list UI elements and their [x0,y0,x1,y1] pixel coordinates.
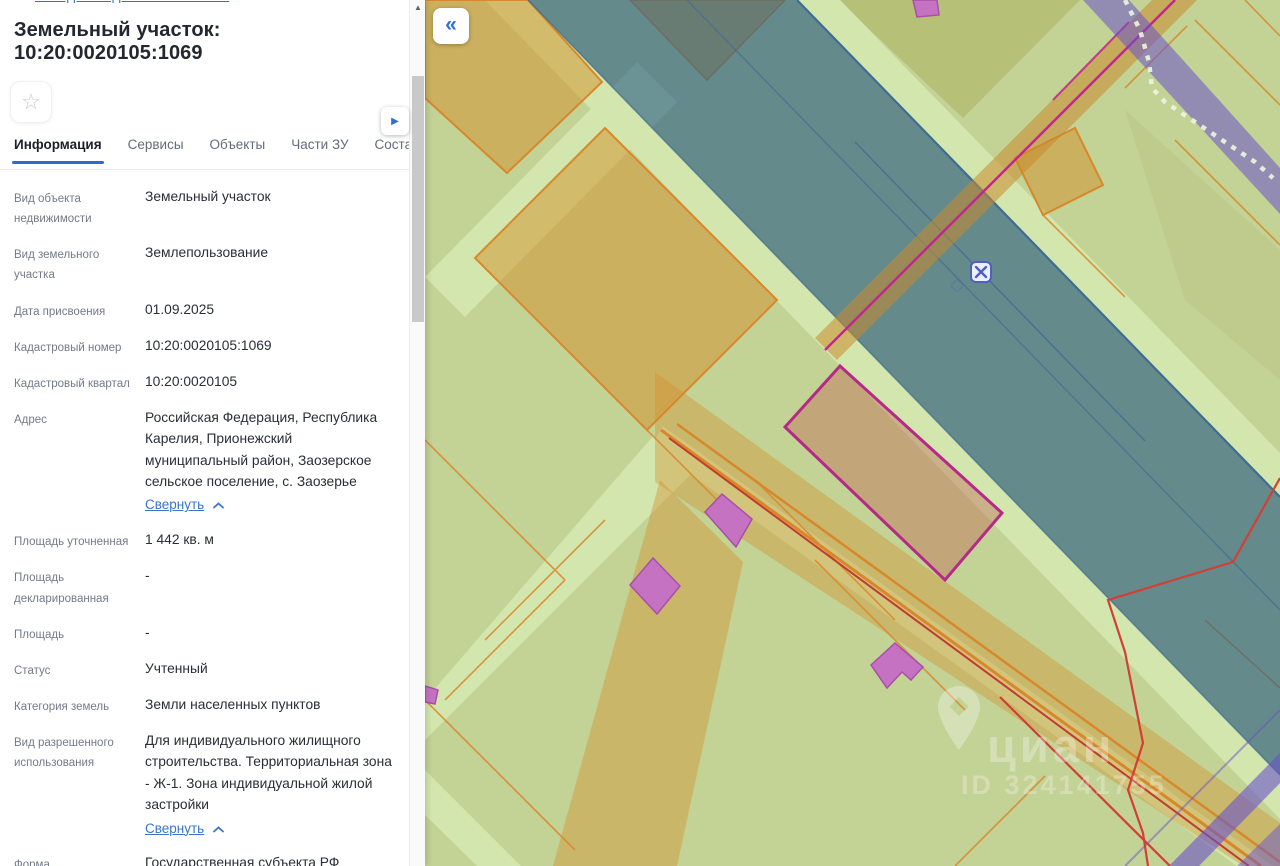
building-4 [912,0,940,18]
map-area[interactable]: циан ID 324141755 « [425,0,1280,866]
field-row: Вид разрешенного использования Для индиви… [14,730,403,839]
field-label: Вид земельного участка [14,249,100,282]
star-icon: ☆ [21,89,41,114]
collapse-panel-button[interactable]: « [433,8,469,44]
scrollbar-up-arrow[interactable]: ▲ [410,3,426,12]
field-label: Площадь [14,628,65,641]
tab-2[interactable]: Сервисы [128,137,184,164]
panel-scrollbar[interactable]: ▲ [409,0,425,866]
app-window: циан ID 324141755 « ←Назад к найденным о… [0,0,1280,866]
field-label: Площадь декларированная [14,572,109,605]
back-arrow-icon: ← [14,0,28,3]
field-row: Адрес Российская Федерация, Республика Ка… [14,407,403,516]
field-label: Кадастровый номер [14,341,122,354]
field-row: Кадастровый номер 10:20:0020105:1069 [14,335,403,358]
field-row: Категория земель Земли населенных пунктов [14,694,403,717]
field-value: Российская Федерация, Республика Карелия… [145,407,397,516]
tab-3[interactable]: Объекты [210,137,266,164]
tab-4[interactable]: Части ЗУ [291,137,348,164]
field-row: Статус Учтенный [14,658,403,681]
field-value: 10:20:0020105 [145,373,238,389]
fields-list: Вид объекта недвижимости Земельный участо… [0,170,409,866]
scrollbar-thumb[interactable] [412,76,424,322]
field-value: - [145,568,150,584]
page-title: Земельный участок: 10:20:0020105:1069 [14,19,221,64]
field-label: Статус [14,664,51,677]
chevron-up-icon [213,819,225,840]
field-label: Категория земель [14,700,110,713]
field-label: Форма собственности [14,859,50,866]
back-link[interactable]: ←Назад к найденным объектам [14,0,229,3]
field-row: Форма собственности Государственная субъе… [14,852,403,866]
tabs-scroll-right-button[interactable]: ▶ [381,107,409,135]
field-value: Земельный участок [145,189,271,204]
field-row: Вид земельного участка Землепользование [14,242,403,285]
info-panel: ←Назад к найденным объектам Земельный уч… [0,0,425,866]
tab-5[interactable]: Состав ЕЗП [375,137,409,164]
collapse-text-link[interactable]: Свернуть [145,495,225,516]
field-row: Площадь уточненная 1 442 кв. м [14,529,403,552]
field-row: Дата присвоения 01.09.2025 [14,299,403,322]
tab-1[interactable]: Информация [12,137,104,164]
tabs-bar: Информация Сервисы Объекты Части ЗУ Состав Е… [0,137,409,170]
field-row: Кадастровый квартал 10:20:0020105 [14,371,403,394]
field-value: Для индивидуального жилищного строительс… [145,730,397,839]
field-row: Площадь - [14,622,403,645]
field-value: 01.09.2025 [145,301,215,317]
back-row: ←Назад к найденным объектам [0,0,409,5]
collapse-text-link[interactable]: Свернуть [145,819,225,840]
favorite-star-button[interactable]: ☆ [10,81,52,123]
field-value: 10:20:0020105:1069 [145,337,272,353]
field-row: Вид объекта недвижимости Земельный участо… [14,186,403,229]
field-label: Вид объекта недвижимости [14,193,92,226]
chevron-up-icon [213,495,225,516]
field-label: Площадь уточненная [14,536,129,549]
field-label: Кадастровый квартал [14,377,130,390]
field-value: Землепользование [145,245,268,261]
field-value: Земли населенных пунктов [145,696,321,712]
field-value: Государственная субъекта РФ [145,855,340,866]
field-row: Площадь декларированная - [14,565,403,608]
field-value: Учтенный [145,660,208,676]
watermark-id: ID 324141755 [961,770,1167,800]
field-label: Дата присвоения [14,305,106,318]
field-value: 1 442 кв. м [145,532,214,548]
field-label: Адрес [14,413,47,426]
field-value: - [145,624,150,640]
map-canvas[interactable]: циан ID 324141755 [425,0,1280,866]
watermark-brand: циан [987,719,1115,772]
field-label: Вид разрешенного использования [14,737,114,770]
building-5 [425,685,439,705]
